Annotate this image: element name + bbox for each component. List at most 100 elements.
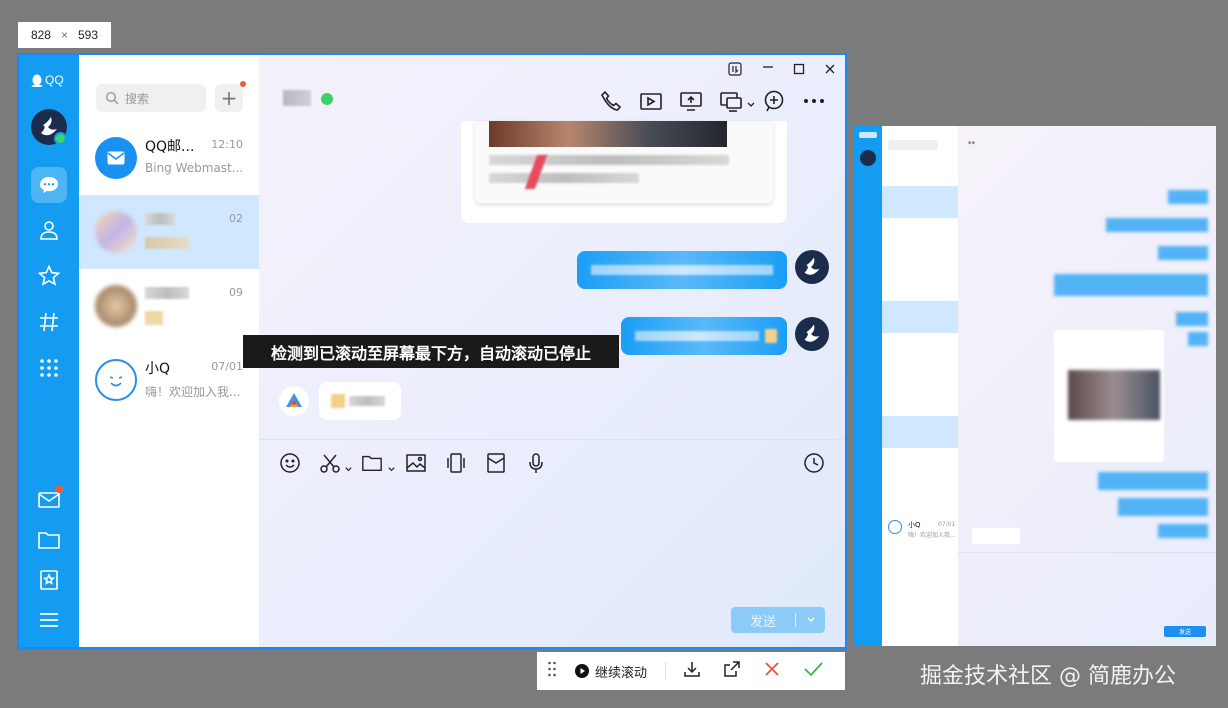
preview-msg [1098, 472, 1208, 490]
online-status-dot [321, 93, 333, 105]
input-divider [259, 439, 845, 440]
conversation-item[interactable]: QQ邮... 12:10 Bing Webmast... [79, 121, 259, 195]
conversation-time: 07/01 [211, 360, 243, 373]
more-icon[interactable] [802, 89, 826, 113]
search-input[interactable]: 搜索 [96, 84, 206, 112]
watermark: 掘金技术社区 @ 简鹿办公 [920, 664, 1176, 689]
send-button[interactable]: 发送 [731, 607, 825, 633]
star-icon[interactable] [34, 261, 64, 291]
conversation-item[interactable]: 小Q 07/01 嗨！欢迎加入我... [79, 343, 259, 417]
search-icon [105, 91, 119, 105]
hash-icon[interactable] [34, 307, 64, 337]
auto-scroll-stopped-notice: 检测到已滚动至屏幕最下方，自动滚动已停止 [243, 335, 619, 368]
add-button[interactable]: + [215, 81, 246, 112]
sent-message[interactable] [621, 317, 787, 355]
folder-icon[interactable] [34, 525, 64, 555]
download-icon[interactable] [682, 659, 702, 683]
blurred-avatar [95, 285, 137, 327]
screenshot-scissors-icon[interactable] [319, 452, 341, 474]
envelope-icon [107, 151, 125, 165]
preview-conv-preview: 嗨！欢迎加入我... [908, 532, 956, 539]
continue-scroll-button[interactable]: 继续滚动 [575, 662, 647, 681]
mail-icon[interactable] [34, 485, 64, 515]
search-placeholder: 搜索 [125, 91, 150, 106]
maximize-icon[interactable] [792, 62, 806, 79]
open-external-icon[interactable] [722, 659, 742, 683]
conversation-time: 12:10 [211, 138, 243, 151]
menu-icon[interactable] [34, 605, 64, 635]
preview-send-label: 发送 [1178, 629, 1191, 636]
mail-badge [55, 485, 63, 493]
chevron-down-icon[interactable] [746, 95, 756, 114]
online-dot [54, 132, 67, 145]
close-window-icon[interactable] [823, 62, 837, 79]
preview-xiaoq-avatar [888, 520, 902, 534]
avatar-logo-icon [804, 257, 820, 275]
received-message[interactable] [319, 382, 401, 420]
phone-icon[interactable] [599, 89, 623, 113]
pin-icon[interactable] [728, 62, 742, 79]
screen-share-icon[interactable] [679, 89, 703, 113]
card-image [475, 121, 773, 203]
preview-msg [1168, 190, 1208, 204]
drag-handle-icon[interactable] [547, 660, 557, 682]
conversation-item[interactable]: 09 [79, 269, 259, 343]
conversation-preview: Bing Webmast... [145, 161, 243, 175]
emoji-icon[interactable] [279, 452, 301, 474]
long-screenshot-preview: 小Q 07/01 嗨！欢迎加入我... ** 发送 [854, 126, 1216, 646]
add-member-icon[interactable] [762, 89, 786, 113]
confirm-check-icon[interactable] [802, 659, 824, 683]
app-name: QQ [45, 73, 64, 87]
card-text-blur [489, 155, 729, 165]
conversation-item-active[interactable]: 02 [79, 195, 259, 269]
xiaoq-face-icon [109, 376, 123, 387]
card-photo [489, 121, 727, 147]
penguin-icon [31, 74, 43, 87]
left-rail: QQ [19, 55, 79, 647]
mail-avatar [95, 137, 137, 179]
shake-icon[interactable] [445, 452, 467, 474]
image-icon[interactable] [405, 452, 427, 474]
preview-conv-time: 07/01 [938, 521, 956, 528]
preview-msg [1106, 218, 1208, 232]
red-packet-icon[interactable] [485, 452, 507, 474]
preview-msg [1176, 312, 1208, 326]
chat-icon[interactable] [31, 167, 67, 203]
blurred-contact-name [283, 90, 311, 106]
sender-avatar [795, 317, 829, 351]
file-folder-icon[interactable] [361, 452, 383, 474]
history-clock-icon[interactable] [803, 452, 825, 474]
sender-avatar [795, 250, 829, 284]
blurred-preview [145, 237, 189, 249]
minimize-icon[interactable] [761, 59, 775, 76]
preview-rail [854, 126, 882, 646]
remote-desktop-icon[interactable] [719, 89, 743, 113]
shared-card-message[interactable] [461, 121, 787, 223]
video-call-icon[interactable] [639, 89, 663, 113]
message-text-blur [591, 265, 773, 275]
preview-msg [1158, 246, 1208, 260]
play-icon [575, 664, 589, 678]
card-text-blur [489, 173, 639, 183]
contacts-icon[interactable] [34, 215, 64, 245]
scissors-dropdown-icon[interactable] [344, 459, 353, 478]
preview-header-name: ** [968, 140, 975, 148]
message-emoji-blur [331, 394, 345, 408]
preview-search [888, 140, 938, 150]
conversation-time: 02 [229, 212, 243, 225]
preview-send-button: 发送 [1164, 626, 1206, 637]
user-avatar[interactable] [31, 109, 67, 145]
qq-logo: QQ [31, 73, 64, 87]
preview-msg [1118, 498, 1208, 516]
cancel-icon[interactable] [762, 659, 782, 683]
microphone-icon[interactable] [525, 452, 547, 474]
sent-message[interactable] [577, 251, 787, 289]
preview-msg [1188, 332, 1208, 346]
folder-dropdown-icon[interactable] [387, 459, 396, 478]
apps-icon[interactable] [34, 353, 64, 383]
blurred-preview [145, 311, 163, 325]
continue-scroll-label: 继续滚动 [595, 665, 648, 681]
send-options-chevron-icon[interactable] [796, 615, 825, 625]
bookmark-icon[interactable] [34, 565, 64, 595]
preview-msg [1054, 274, 1208, 296]
